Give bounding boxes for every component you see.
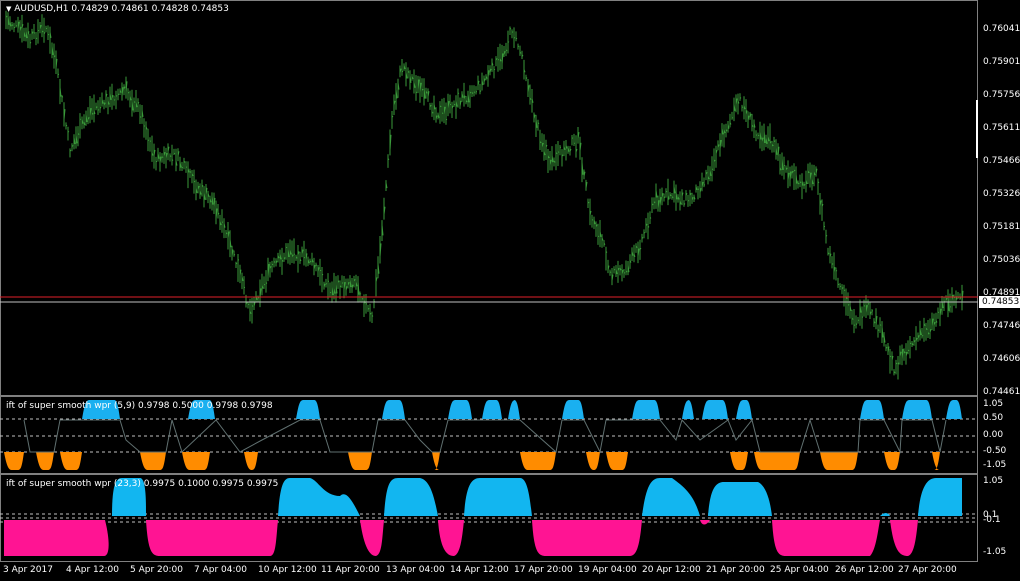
price-axis-label: 0.74606: [983, 354, 1020, 364]
indicator2-title: ift of super smooth wpr (23,3) 0.9975 0.…: [6, 479, 279, 489]
indicator1-axis-label: 1.05: [983, 399, 1004, 409]
time-axis-label: 4 Apr 12:00: [66, 565, 119, 575]
time-axis-label: 3 Apr 2017: [3, 565, 53, 575]
time-axis-label: 25 Apr 04:00: [770, 565, 829, 575]
time-axis-label: 5 Apr 20:00: [130, 565, 183, 575]
indicator2-down-area: [438, 520, 464, 556]
time-axis-label: 17 Apr 20:00: [514, 565, 573, 575]
time-axis-label: 7 Apr 04:00: [194, 565, 247, 575]
indicator2-up-area: [880, 513, 890, 516]
price-axis-label: 0.74891: [983, 288, 1020, 298]
price-axis-label: 0.76041: [983, 24, 1020, 34]
indicator2-axis-label: -0.1: [983, 515, 1001, 525]
indicator2-down-area: [890, 520, 918, 556]
time-axis-label: 14 Apr 12:00: [450, 565, 509, 575]
price-axis-label: 0.75466: [983, 156, 1020, 166]
time-axis-label: 13 Apr 04:00: [386, 565, 445, 575]
time-axis-label: 19 Apr 04:00: [578, 565, 637, 575]
indicator2-down-area: [4, 520, 109, 556]
indicator2-up-area: [464, 478, 532, 516]
indicator2-axis-label: -1.05: [983, 547, 1007, 557]
indicator2-down-area: [146, 520, 278, 556]
indicator2-up-area: [384, 478, 438, 516]
indicator2-axis-label: 1.05: [983, 476, 1004, 486]
indicator2-down-area: [532, 520, 642, 556]
price-axis-label: 0.74746: [983, 321, 1020, 331]
indicator2-up-area: [918, 478, 962, 516]
indicator2-up-area: [642, 478, 700, 516]
price-axis-label: 0.75036: [983, 255, 1020, 265]
indicator2-up-area: [278, 478, 360, 516]
metatrader-chart-window[interactable]: ▼ AUDUSD,H1 0.74829 0.74861 0.74828 0.74…: [0, 0, 1020, 581]
indicator2-down-area: [772, 520, 880, 556]
price-axis-label: 0.75901: [983, 57, 1020, 67]
indicator2-up-area: [708, 482, 772, 516]
time-axis-label: 21 Apr 20:00: [706, 565, 765, 575]
time-axis-label: 27 Apr 20:00: [898, 565, 957, 575]
indicator1-axis-label: -0.50: [983, 446, 1007, 456]
time-axis-label: 26 Apr 12:00: [835, 565, 894, 575]
indicator1-axis-label: 0.00: [983, 430, 1004, 440]
indicator1-axis-label: -1.05: [983, 460, 1007, 470]
time-axis-label: 20 Apr 12:00: [642, 565, 701, 575]
time-axis-label: 11 Apr 20:00: [321, 565, 380, 575]
price-axis-label: 0.75611: [983, 123, 1020, 133]
price-axis-label: 0.75756: [983, 90, 1020, 100]
price-axis-label: 0.74461: [983, 387, 1020, 397]
price-axis-label: 0.75181: [983, 222, 1020, 232]
time-axis-label: 10 Apr 12:00: [258, 565, 317, 575]
indicator2-canvas: [0, 478, 978, 556]
indicator1-axis-label: 0.50: [983, 413, 1004, 423]
indicator2-down-area: [360, 520, 384, 556]
price-axis-label: 0.75326: [983, 189, 1020, 199]
